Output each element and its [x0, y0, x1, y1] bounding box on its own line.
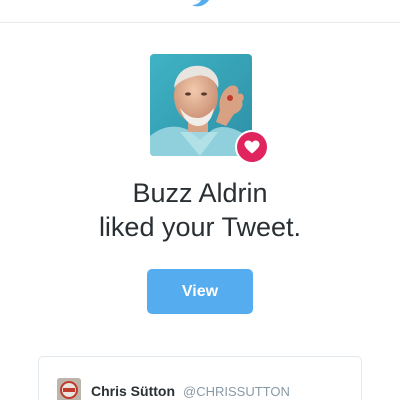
top-bar: [0, 0, 400, 23]
liker-name: Buzz Aldrin: [132, 178, 268, 208]
tweet-card[interactable]: Chris Sütton @CHRISSUTTON: [38, 356, 362, 400]
tweet-author-avatar[interactable]: [57, 378, 81, 400]
view-button[interactable]: View: [147, 269, 253, 314]
avatar-image: [57, 378, 81, 400]
tweet-author-name[interactable]: Chris Sütton: [91, 383, 175, 399]
notification-page: Buzz Aldrin liked your Tweet. View Chris…: [0, 0, 400, 400]
like-badge: [235, 130, 269, 164]
twitter-bird-icon: [192, 0, 209, 7]
notification-action-text: liked your Tweet.: [98, 212, 302, 242]
notification-message: Buzz Aldrin liked your Tweet.: [0, 176, 400, 244]
heart-icon: [244, 140, 260, 154]
tweet-author-handle[interactable]: @CHRISSUTTON: [183, 384, 290, 399]
